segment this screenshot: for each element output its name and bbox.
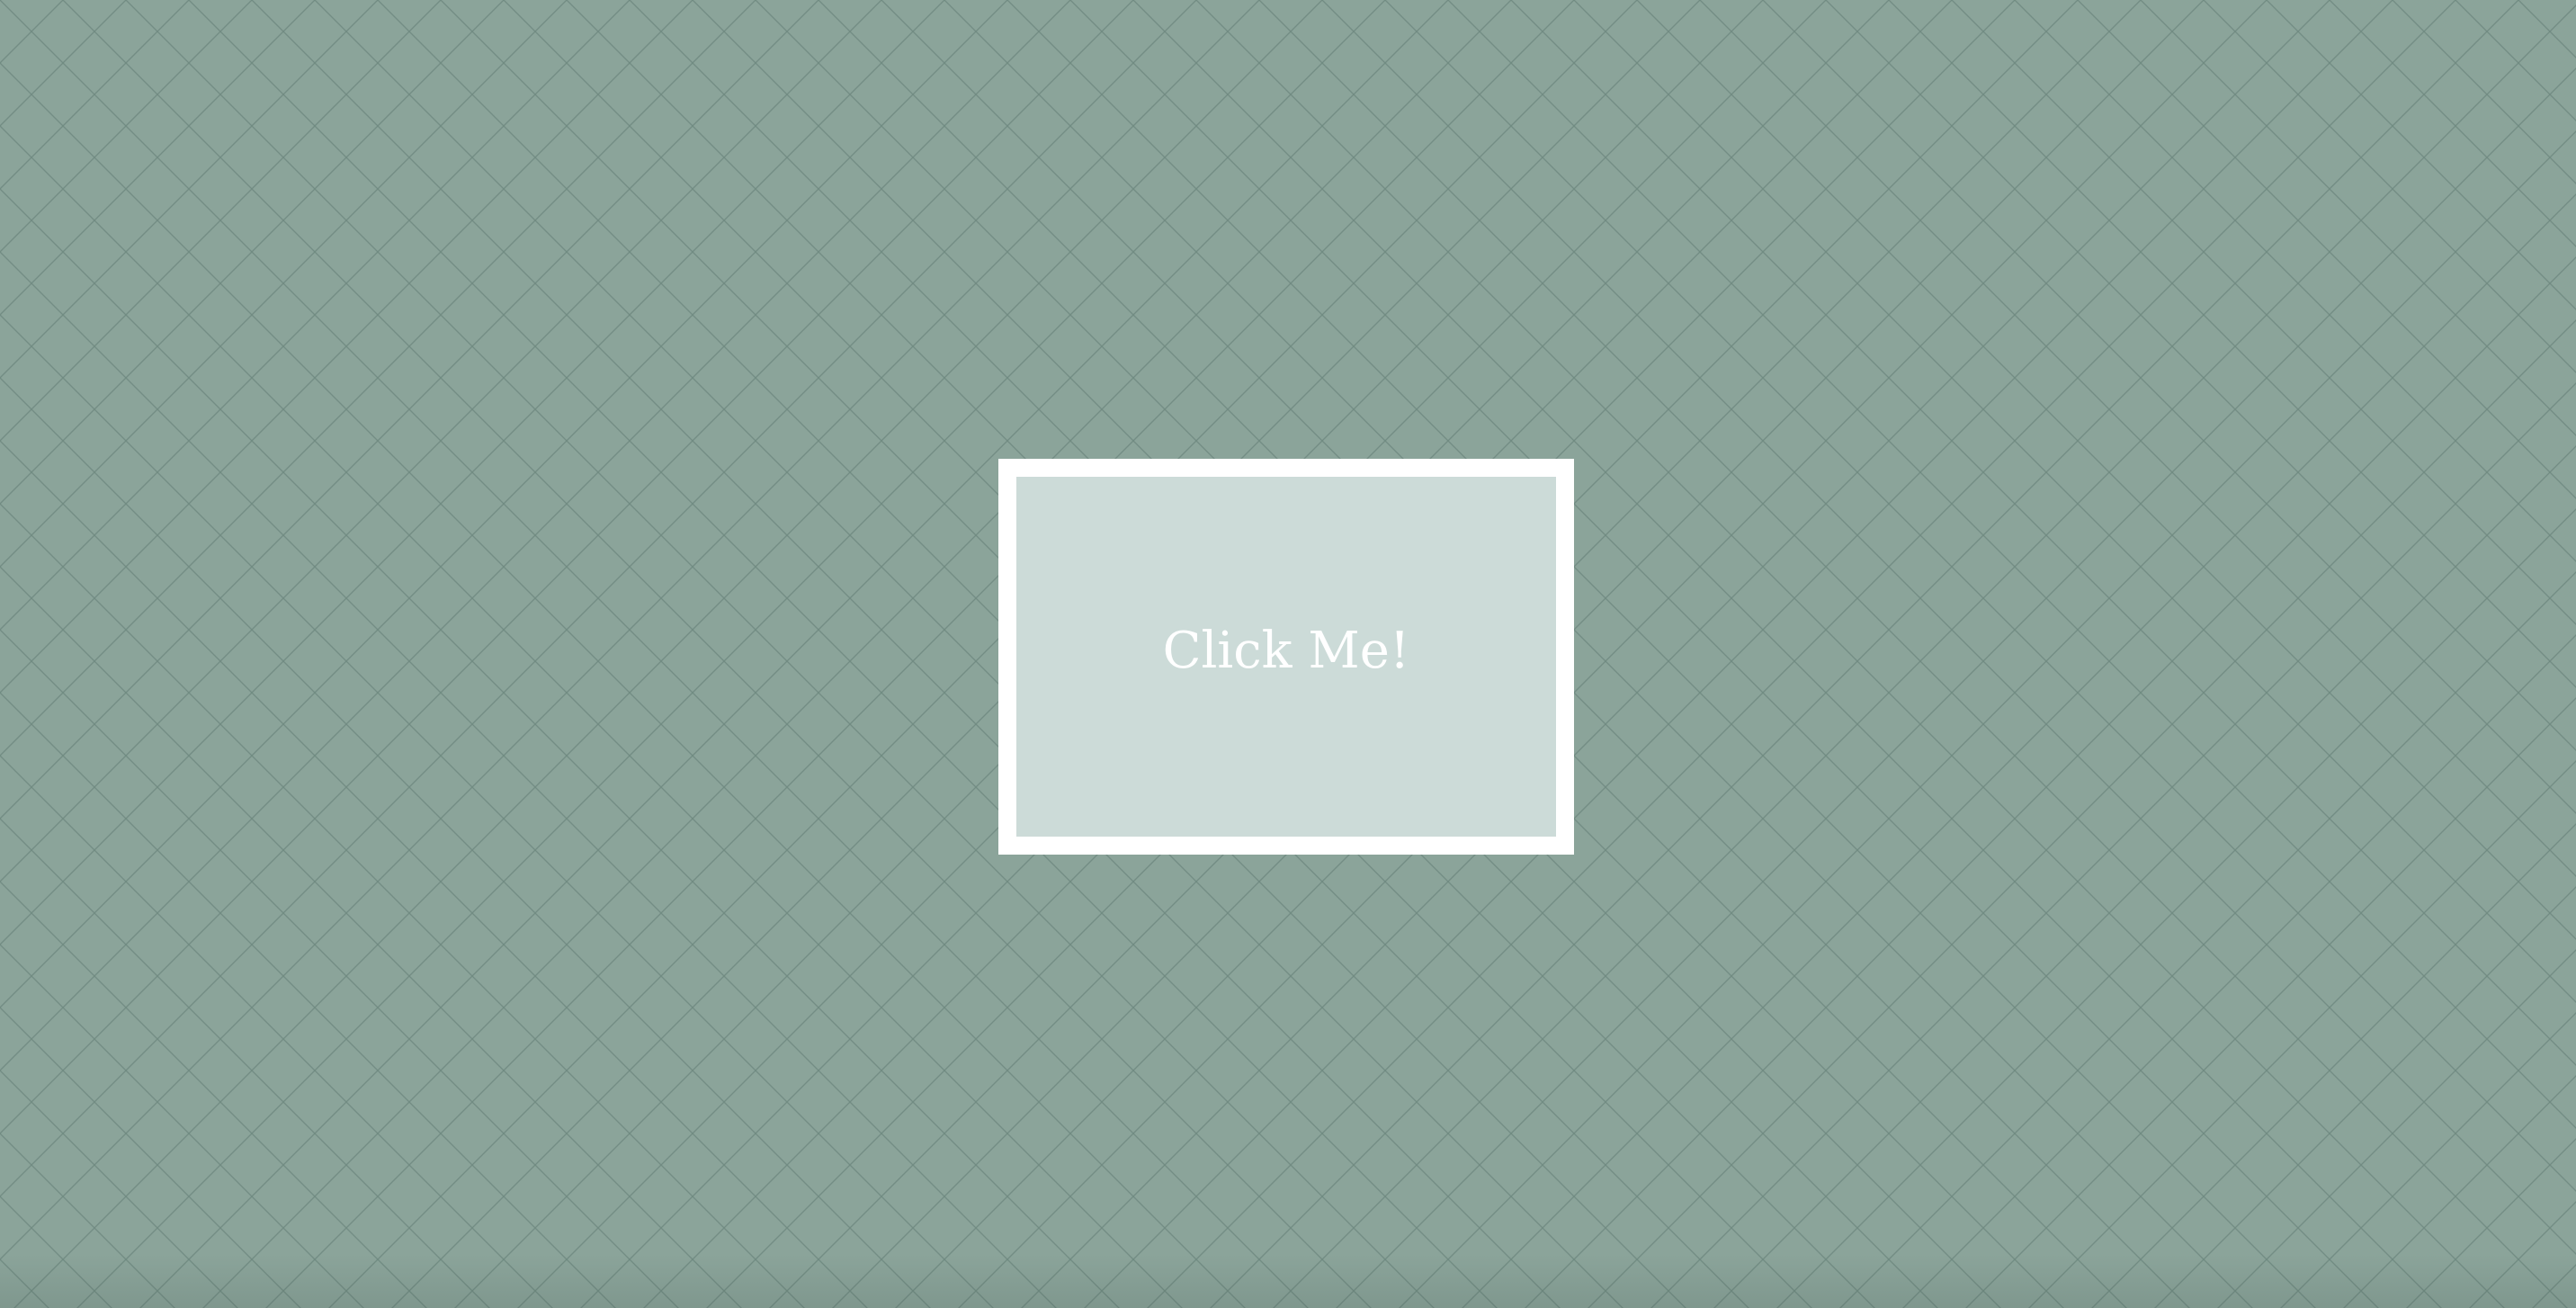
bottom-shadow — [0, 1254, 2576, 1308]
click-me-button-face[interactable]: Click Me! — [1016, 477, 1556, 837]
click-me-label: Click Me! — [1162, 622, 1410, 680]
click-me-button[interactable]: Click Me! — [998, 459, 1574, 855]
